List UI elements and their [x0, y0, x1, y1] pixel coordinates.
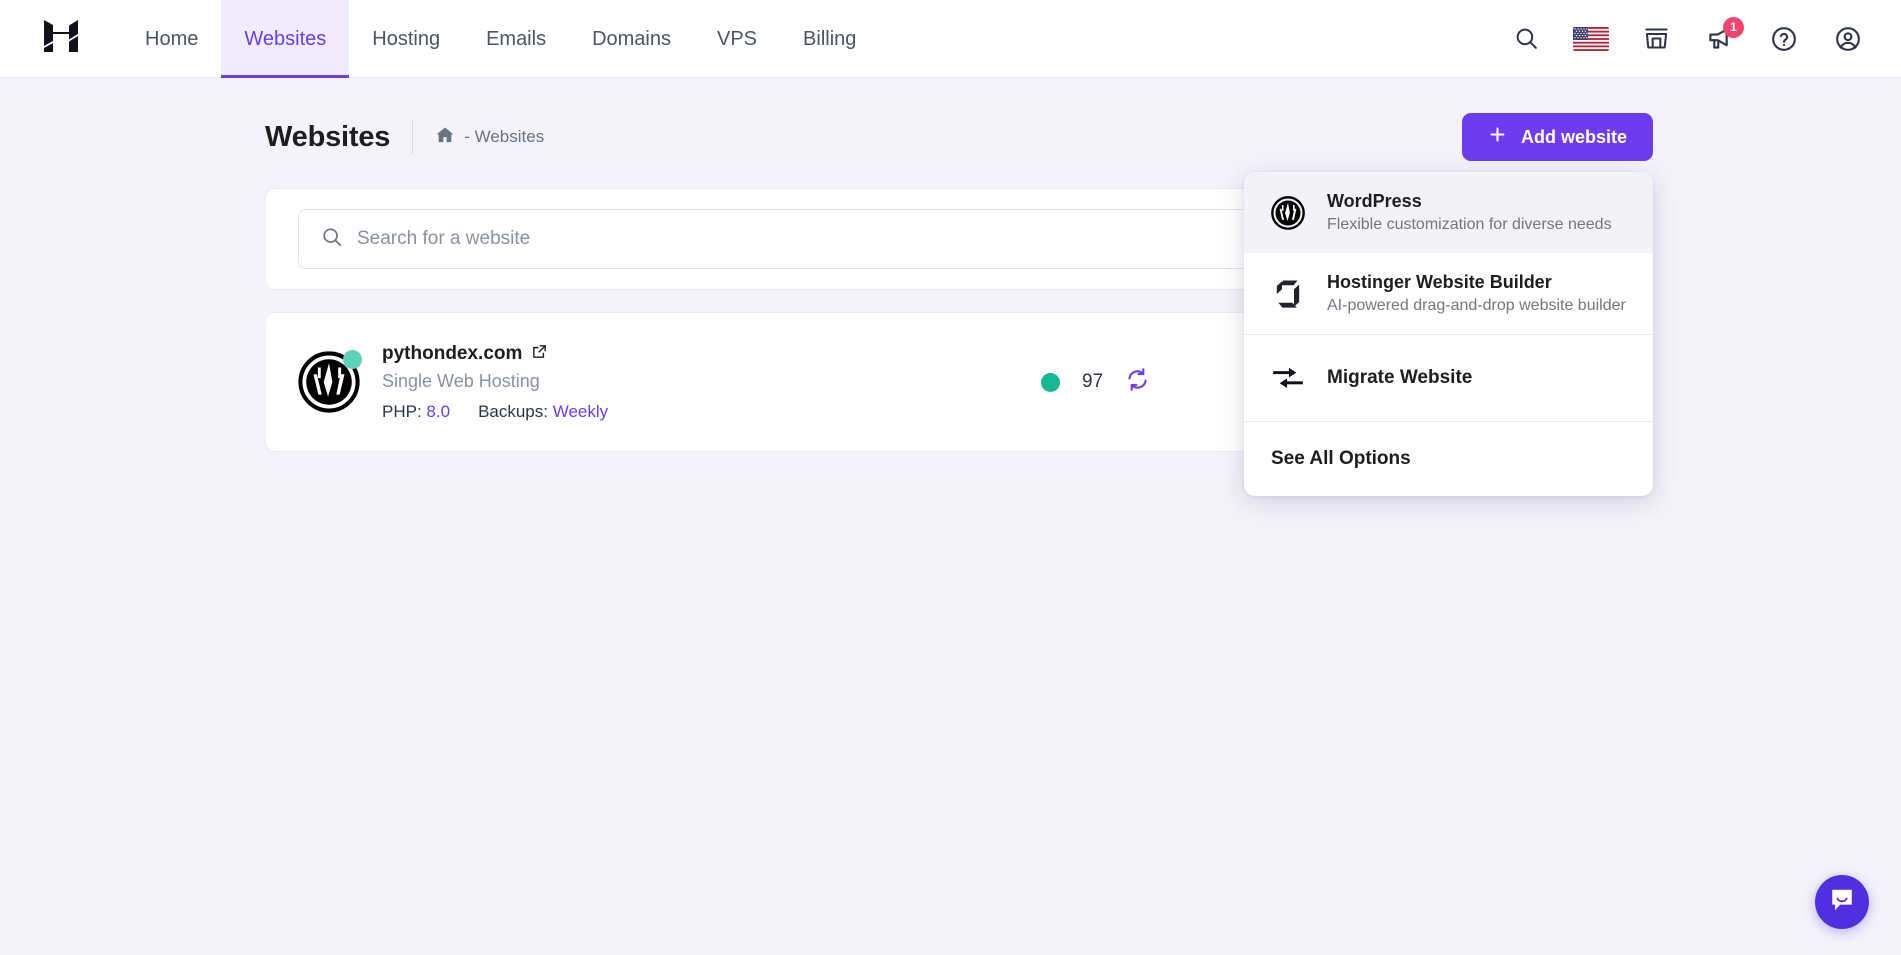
nav-item-home[interactable]: Home [122, 0, 221, 78]
page-header: Websites - Websites Add website [265, 112, 1653, 162]
nav-label: Hosting [372, 28, 440, 51]
backups-meta: Backups: Weekly [478, 402, 608, 422]
wordpress-icon [298, 351, 360, 413]
chat-bubble-icon [1829, 887, 1855, 918]
website-status-indicator [1041, 373, 1060, 392]
dropdown-item-subtitle: AI-powered drag-and-drop website builder [1327, 297, 1626, 315]
header-divider [412, 120, 413, 154]
dropdown-item-title: WordPress [1327, 191, 1612, 212]
add-website-label: Add website [1521, 127, 1627, 148]
external-link-icon[interactable] [531, 343, 548, 366]
nav-label: VPS [717, 28, 757, 51]
user-circle-icon[interactable] [1831, 22, 1865, 56]
nav-item-hosting[interactable]: Hosting [349, 0, 463, 78]
status-dot [343, 350, 362, 369]
dropdown-item-migrate-website[interactable]: Migrate Website [1244, 335, 1653, 421]
php-meta: PHP: 8.0 [382, 402, 450, 422]
main-nav-items: Home Websites Hosting Emails Domains VPS… [122, 0, 879, 78]
nav-label: Home [145, 28, 198, 51]
nav-label: Websites [244, 28, 326, 51]
nav-label: Billing [803, 28, 856, 51]
migrate-arrows-icon [1271, 361, 1305, 395]
breadcrumb[interactable]: - Websites [435, 125, 544, 150]
add-website-dropdown: WordPress Flexible customization for div… [1244, 172, 1653, 496]
nav-label: Emails [486, 28, 546, 51]
page-title: Websites [265, 121, 390, 154]
refresh-icon[interactable] [1125, 367, 1150, 397]
help-circle-icon[interactable] [1767, 22, 1801, 56]
php-value[interactable]: 8.0 [426, 402, 450, 421]
nav-label: Domains [592, 28, 671, 51]
dropdown-item-title: Hostinger Website Builder [1327, 272, 1626, 293]
website-plan: Single Web Hosting [382, 371, 608, 392]
dropdown-item-text: Hostinger Website Builder AI-powered dra… [1327, 272, 1626, 315]
nav-item-emails[interactable]: Emails [463, 0, 569, 78]
plus-icon [1488, 125, 1507, 149]
chat-launcher-button[interactable] [1815, 875, 1869, 929]
website-score-group: 97 [1041, 367, 1150, 397]
search-icon[interactable] [1509, 22, 1543, 56]
hostinger-logo-link[interactable] [0, 0, 122, 77]
php-label: PHP: [382, 402, 422, 421]
dropdown-item-title: See All Options [1271, 448, 1411, 470]
website-name: pythondex.com [382, 343, 522, 365]
dropdown-item-see-all-options[interactable]: See All Options [1244, 422, 1653, 496]
dropdown-item-title: Migrate Website [1327, 367, 1472, 389]
nav-item-domains[interactable]: Domains [569, 0, 694, 78]
top-navigation-bar: Home Websites Hosting Emails Domains VPS… [0, 0, 1901, 78]
website-score: 97 [1082, 371, 1103, 393]
nav-item-vps[interactable]: VPS [694, 0, 780, 78]
breadcrumb-label: - Websites [464, 127, 544, 147]
backups-label: Backups: [478, 402, 548, 421]
dropdown-item-text: WordPress Flexible customization for div… [1327, 191, 1612, 234]
dropdown-item-subtitle: Flexible customization for diverse needs [1327, 216, 1612, 234]
megaphone-icon[interactable]: 1 [1703, 22, 1737, 56]
website-info: pythondex.com Single Web Hosting PHP: 8.… [382, 343, 608, 422]
add-website-button[interactable]: Add website [1462, 113, 1653, 161]
backups-value[interactable]: Weekly [553, 402, 608, 421]
dropdown-item-wordpress[interactable]: WordPress Flexible customization for div… [1244, 172, 1653, 253]
nav-item-websites[interactable]: Websites [221, 0, 349, 78]
home-icon[interactable] [435, 125, 455, 150]
dropdown-item-website-builder[interactable]: Hostinger Website Builder AI-powered dra… [1244, 253, 1653, 334]
nav-right-icons: 1 [1509, 0, 1901, 77]
notification-badge: 1 [1723, 17, 1744, 38]
wordpress-icon [1271, 196, 1305, 230]
us-flag-icon[interactable] [1573, 27, 1609, 51]
store-icon[interactable] [1639, 22, 1673, 56]
website-name-row[interactable]: pythondex.com [382, 343, 608, 366]
search-icon [321, 226, 343, 253]
hostinger-logo-icon [44, 18, 78, 59]
website-meta: PHP: 8.0 Backups: Weekly [382, 402, 608, 422]
builder-cube-icon [1271, 277, 1305, 311]
nav-item-billing[interactable]: Billing [780, 0, 879, 78]
